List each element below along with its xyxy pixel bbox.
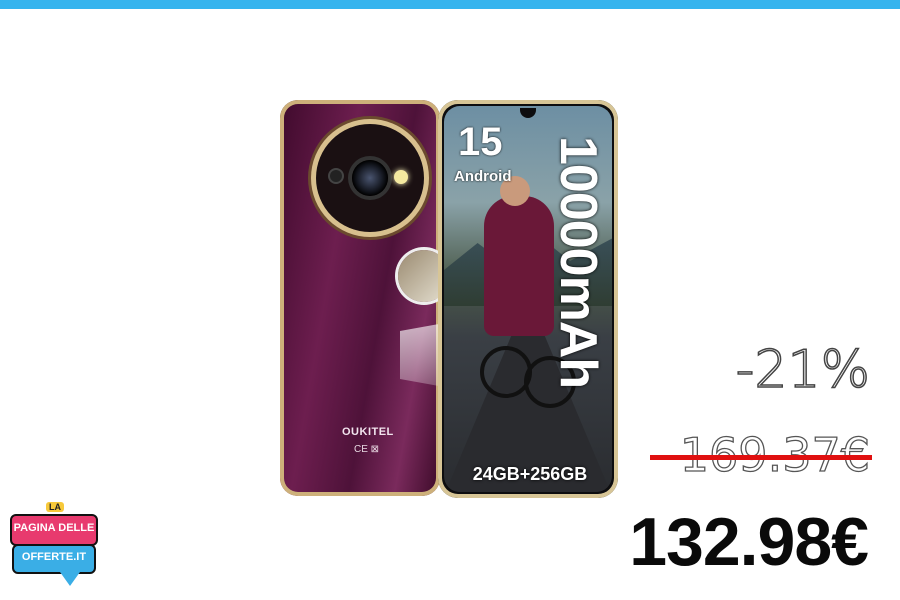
camera-module <box>316 124 424 232</box>
phone-front: 15 Android 10000mAh 24GB+256GB <box>438 100 618 498</box>
site-logo: LA PAGINA DELLE OFFERTE.IT <box>8 502 100 596</box>
logo-speech-tail <box>60 572 80 586</box>
logo-line-1: PAGINA DELLE <box>13 522 95 534</box>
logo-line-2: OFFERTE.IT <box>21 551 87 563</box>
bike-wheel-front <box>480 346 532 398</box>
battery-capacity: 10000mAh <box>549 136 607 389</box>
new-price: 132.98€ <box>629 504 869 580</box>
cyclist <box>484 196 554 336</box>
top-accent-bar <box>0 0 900 9</box>
phone-screen: 15 Android 10000mAh 24GB+256GB <box>444 106 612 492</box>
logo-bottom-bubble: OFFERTE.IT <box>12 544 96 574</box>
main-lens <box>352 160 388 196</box>
product-image: OUKITEL CE ⊠ 15 Android 10000mAh 24GB+25… <box>280 100 620 498</box>
logo-la: LA <box>46 502 64 512</box>
flash-icon <box>394 170 408 184</box>
discount-percent: -21% <box>735 339 871 401</box>
ce-mark: CE ⊠ <box>354 444 380 455</box>
logo-top-bubble: PAGINA DELLE <box>10 514 98 546</box>
android-label: Android <box>454 168 512 185</box>
phone-brand: OUKITEL <box>342 426 394 438</box>
android-version: 15 <box>458 120 503 164</box>
old-price-strikethrough <box>650 455 872 460</box>
memory-spec: 24GB+256GB <box>472 464 588 484</box>
secondary-lens <box>330 170 342 182</box>
